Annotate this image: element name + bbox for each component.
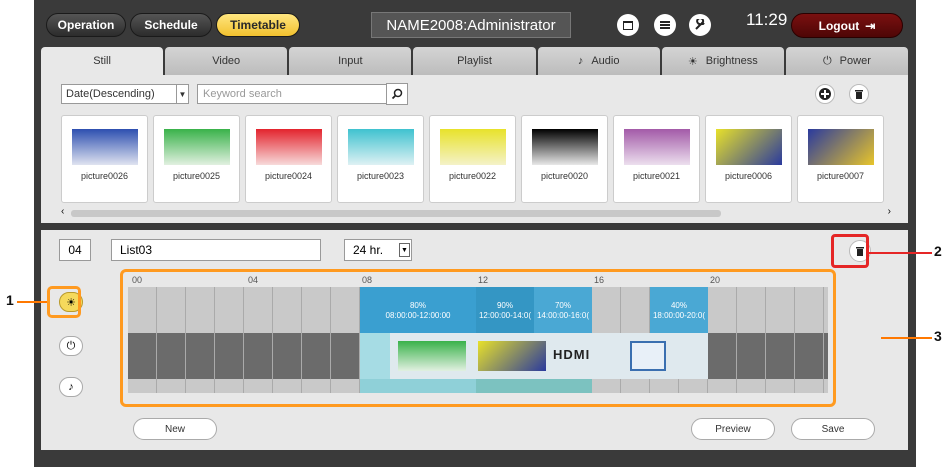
callout-3-frame [120,269,836,407]
thumbnail[interactable]: picture0025 [153,115,240,203]
audio-toggle[interactable]: ♪ [59,377,83,397]
thumb-caption: picture0025 [172,171,221,181]
tab-label: Audio [591,55,620,67]
nav-schedule[interactable]: Schedule [130,13,212,37]
nav-timetable[interactable]: Timetable [216,13,300,37]
tab-power[interactable]: ⏻ Power [785,47,908,75]
search-input[interactable]: Keyword search [197,84,387,104]
thumb-swatch [164,129,230,165]
thumb-swatch [624,129,690,165]
callout-1-frame [47,286,81,318]
callout-3: 3 [934,328,942,344]
thumbnail-strip: picture0026 picture0025 picture0024 pict… [61,115,906,203]
hour-mode-value: 24 hr. [353,243,384,257]
power-toggle[interactable]: ⏻ [59,336,83,356]
list-icon[interactable] [654,14,676,36]
thumb-swatch [440,129,506,165]
thumb-caption: picture0024 [264,171,313,181]
sun-icon: ☀ [687,55,698,68]
power-icon: ⏻ [822,54,832,67]
thumbnail[interactable]: picture0026 [61,115,148,203]
thumb-swatch [72,129,138,165]
power-icon: ⏻ [66,339,76,352]
thumb-swatch [808,129,874,165]
search-icon [391,88,403,100]
logout-label: Logout [818,18,860,33]
new-button[interactable]: New [133,418,217,440]
logout-icon: ⇥ [865,18,876,33]
timetable-panel: 04 List03 24 hr. ▼ ☀ ⏻ ♪ 00 04 08 12 16 … [41,230,908,450]
tab-still[interactable]: Still [41,47,164,75]
tab-label: Playlist [457,55,492,67]
callout-2-frame [831,234,869,268]
scroll-right-icon[interactable]: › [888,206,891,217]
tab-label: Brightness [705,55,758,67]
trash-icon [855,90,863,99]
still-panel: Date(Descending) ▼ Keyword search pictur… [41,75,908,223]
callout-2-line [869,252,932,254]
nav-operation[interactable]: Operation [46,13,126,37]
media-tabs: Still Video Input Playlist ♪ Audio ☀ Brigh… [41,47,908,75]
calendar-icon[interactable] [617,14,639,36]
callout-1-line [17,301,47,303]
tab-playlist[interactable]: Playlist [413,47,536,75]
sort-select[interactable]: Date(Descending) ▼ [61,84,189,104]
wrench-icon[interactable] [689,14,711,36]
note-icon: ♪ [68,381,74,393]
thumbnail[interactable]: picture0007 [797,115,884,203]
horizontal-scrollbar[interactable]: ‹ › [61,206,891,219]
thumbnail[interactable]: picture0021 [613,115,700,203]
tab-label: Power [839,55,871,67]
thumbnail[interactable]: picture0022 [429,115,516,203]
chevron-down-icon: ▼ [399,243,410,257]
thumbnail[interactable]: picture0020 [521,115,608,203]
tab-brightness[interactable]: ☀ Brightness [661,47,784,75]
tab-audio[interactable]: ♪ Audio [537,47,660,75]
chevron-down-icon: ▼ [176,85,188,103]
thumb-caption: picture0021 [632,171,681,181]
thumbnail[interactable]: picture0023 [337,115,424,203]
add-button[interactable] [815,84,835,104]
delete-button[interactable] [849,84,869,104]
top-bar: Operation Schedule Timetable NAME2008:Ad… [34,0,916,44]
thumb-caption: picture0023 [356,171,405,181]
thumbnail[interactable]: picture0024 [245,115,332,203]
scroll-thumb[interactable] [71,210,721,217]
timeline[interactable]: 00 04 08 12 16 20 80% 08:00:00-12:00:00 … [120,269,836,407]
clock: 11:29 [746,10,788,29]
thumb-caption: picture0020 [540,171,589,181]
tab-video[interactable]: Video [165,47,288,75]
tab-label: Video [212,55,241,67]
thumbnail[interactable]: picture0006 [705,115,792,203]
thumb-swatch [532,129,598,165]
list-name-field[interactable]: List03 [111,239,321,261]
tab-label: Input [338,55,363,67]
thumb-caption: picture0007 [816,171,865,181]
thumb-caption: picture0006 [724,171,773,181]
user-title: NAME2008:Administrator [371,12,571,38]
thumb-swatch [716,129,782,165]
list-number[interactable]: 04 [59,239,91,261]
app-frame: Operation Schedule Timetable NAME2008:Ad… [34,0,916,467]
callout-2: 2 [934,243,942,259]
hour-mode-select[interactable]: 24 hr. ▼ [344,239,412,261]
callout-3-line [881,337,932,339]
thumb-caption: picture0026 [80,171,129,181]
callout-1: 1 [6,292,14,308]
scroll-left-icon[interactable]: ‹ [61,206,64,217]
logout-button[interactable]: Logout ⇥ [791,13,903,38]
plus-icon [819,88,831,100]
sort-select-value: Date(Descending) [66,88,155,100]
thumb-swatch [348,129,414,165]
preview-button[interactable]: Preview [691,418,775,440]
search-button[interactable] [386,83,408,105]
thumb-swatch [256,129,322,165]
tab-label: Still [93,55,111,67]
tab-input[interactable]: Input [289,47,412,75]
thumb-caption: picture0022 [448,171,497,181]
note-icon: ♪ [577,55,584,67]
save-button[interactable]: Save [791,418,875,440]
